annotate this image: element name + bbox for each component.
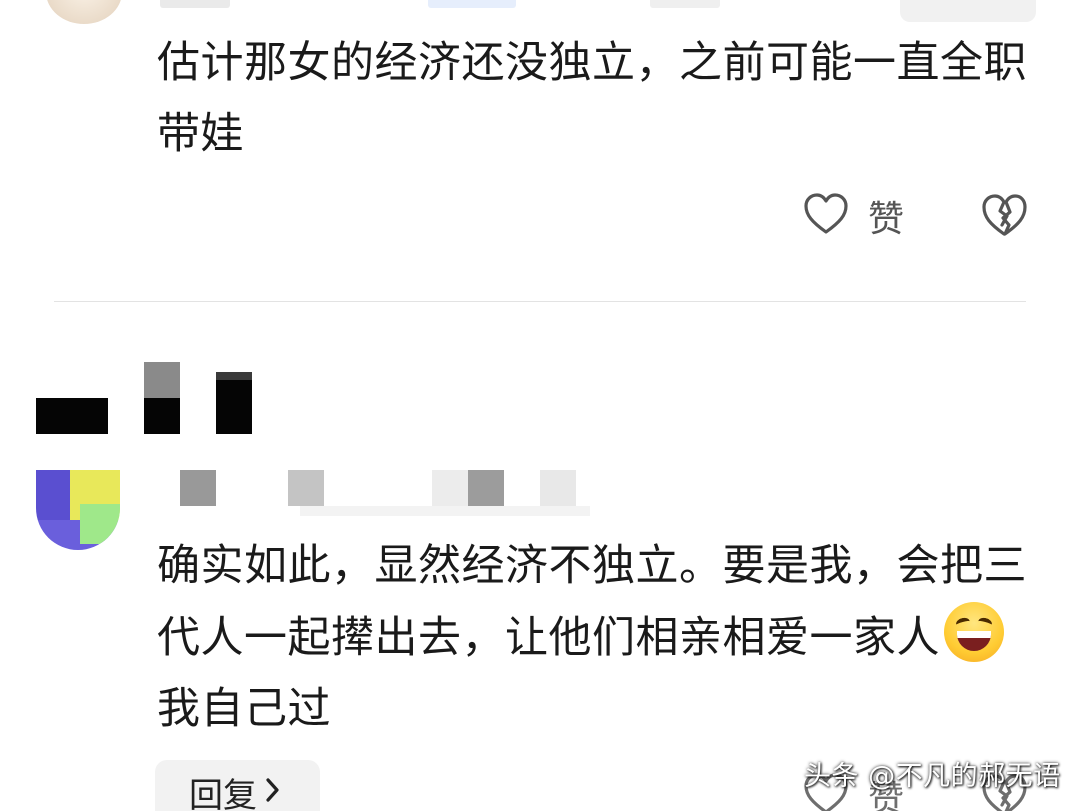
redaction-block: [36, 398, 108, 434]
meta-cutoff: [650, 0, 720, 8]
pixelated-username: [180, 470, 216, 506]
watermark: 头条 @不凡的郝无语: [804, 761, 1061, 792]
comment-text: 估计那女的经济还没独立，之前可能一直全职带娃: [157, 38, 1027, 159]
dislike-button[interactable]: [979, 192, 1029, 242]
pixelated-username: [432, 470, 468, 506]
chevron-right-icon: [265, 776, 281, 808]
broken-heart-icon: [979, 194, 1029, 242]
redaction-block: [144, 362, 180, 398]
avatar[interactable]: [46, 0, 122, 24]
badge-cutoff: [428, 0, 516, 8]
redaction-block: [216, 378, 252, 434]
like-button[interactable]: 赞: [802, 190, 904, 242]
comment-text: 确实如此，显然经济不独立。要是我，会把三代人一起撵出去，让他们相亲相爱一家人我自…: [157, 531, 1037, 745]
pixelated-username: [468, 470, 504, 506]
reply-label: 回复: [189, 775, 257, 811]
laughing-emoji-icon: [944, 602, 1004, 662]
username-cutoff: [160, 0, 230, 8]
avatar[interactable]: [36, 470, 120, 550]
broken-heart-icon: [979, 774, 1029, 811]
pixelated-username: [540, 470, 576, 506]
follow-button-cutoff[interactable]: [900, 0, 1036, 22]
pixelated-username: [300, 506, 590, 516]
comment-text-tail: 我自己过: [157, 684, 331, 734]
pixelated-username: [288, 470, 324, 506]
redaction-block: [216, 372, 252, 380]
redaction-block: [144, 398, 180, 434]
reply-button[interactable]: 回复: [155, 760, 320, 811]
comment-text-main: 确实如此，显然经济不独立。要是我，会把三代人一起撵出去，让他们相亲相爱一家人: [157, 541, 1027, 663]
heart-icon: [802, 192, 850, 240]
divider: [54, 301, 1026, 302]
like-label: 赞: [868, 199, 905, 240]
